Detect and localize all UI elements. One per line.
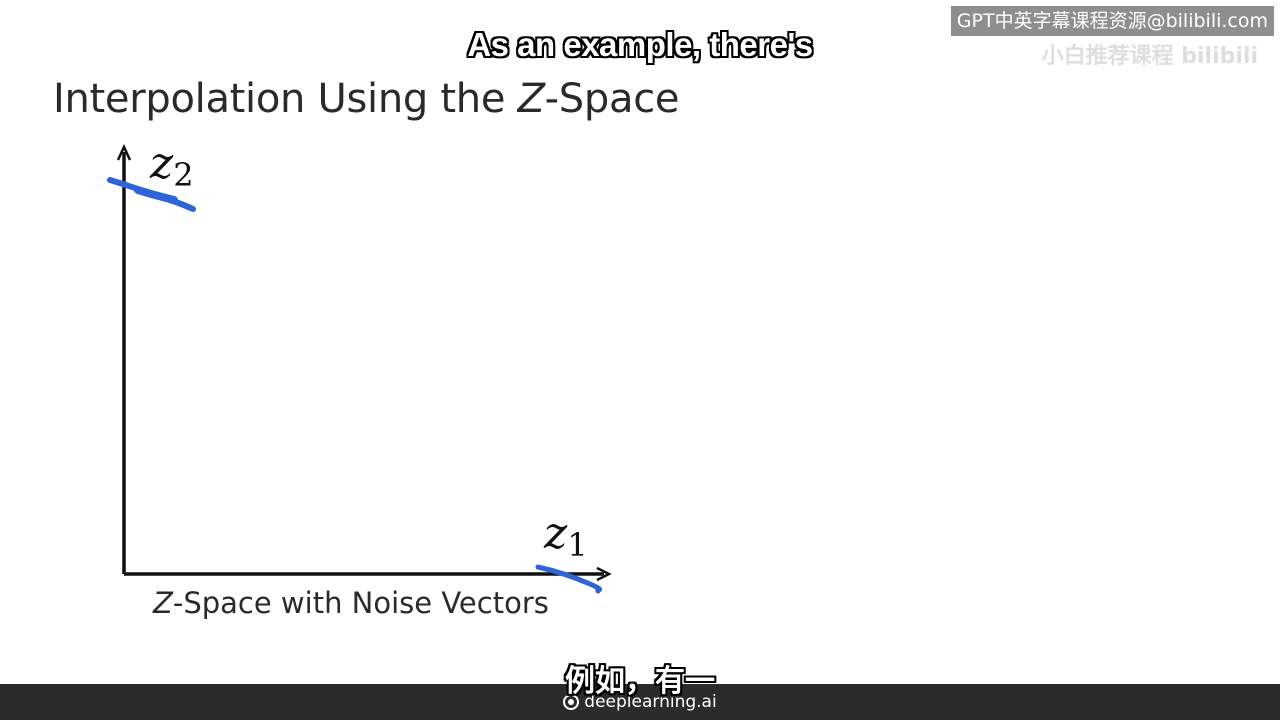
y-axis-label: z2 <box>149 138 194 194</box>
x-axis-label-sub: 1 <box>567 526 587 564</box>
video-frame: GPT中英字幕课程资源@bilibili.com 小白推荐课程 bilibili… <box>0 0 1280 720</box>
x-axis-label-var: z <box>543 508 568 559</box>
x-axis-label: z1 <box>543 508 588 564</box>
annotation-stroke-z2-thick <box>134 186 178 204</box>
subtitle-english: As an example, there's <box>467 26 813 63</box>
y-axis-label-sub: 2 <box>173 156 193 194</box>
axis-caption-rest: -Space with Noise Vectors <box>172 586 549 620</box>
axis-caption: Z-Space with Noise Vectors <box>153 586 549 620</box>
y-axis-label-var: z <box>149 138 174 189</box>
subtitle-chinese: 例如，有一 <box>565 664 715 699</box>
axis-caption-italic: Z <box>153 586 173 620</box>
